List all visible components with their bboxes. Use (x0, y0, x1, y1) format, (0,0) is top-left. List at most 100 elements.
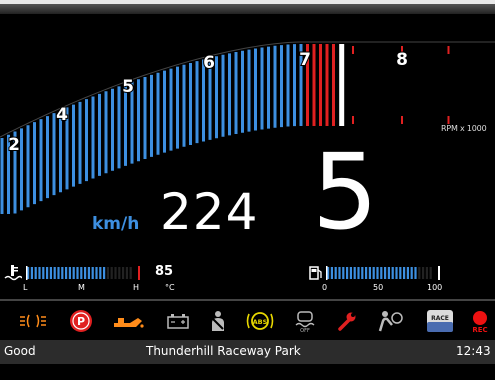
gauge-segment (338, 267, 341, 279)
coolant-temperature-value: 85 (155, 264, 174, 279)
race-mode-icon: RACE (425, 305, 455, 337)
svg-text:P: P (77, 315, 85, 328)
abs-icon: ABS (246, 305, 274, 337)
gauge-segment (61, 267, 64, 279)
race-mode-label: RACE (431, 315, 449, 322)
coolant-temperature-icon (4, 265, 22, 281)
gauge-segment (99, 267, 102, 279)
coolant-label-high: H (133, 283, 140, 292)
svg-text:ABS: ABS (253, 318, 268, 326)
gauge-segment (403, 267, 406, 279)
gauge-segment (42, 267, 45, 279)
gauge-segment (110, 267, 113, 279)
fuel-label-empty: 0 (322, 283, 328, 292)
gauge-segment (406, 267, 409, 279)
gauge-segment (46, 267, 49, 279)
gauge-segment (361, 267, 364, 279)
gauge-segment (118, 267, 121, 279)
gauge-segment (399, 267, 402, 279)
oil-pressure-icon (110, 305, 146, 337)
coolant-temperature-unit: °C (165, 283, 175, 292)
gauge-segment (353, 267, 356, 279)
gauge-end-mark (438, 266, 440, 280)
battery-icon (166, 305, 190, 337)
gauge-segment (391, 267, 394, 279)
gauge-segment (418, 267, 421, 279)
gauge-segment (95, 267, 98, 279)
gauge-segment (365, 267, 368, 279)
gauge-segment (34, 267, 37, 279)
traction-control-off-icon: OFF (292, 305, 318, 337)
gauge-segment (65, 267, 68, 279)
gauge-segment (80, 267, 83, 279)
tach-needle (339, 44, 345, 126)
gauge-segment (410, 267, 413, 279)
gauge-segment (414, 267, 417, 279)
record-icon: REC (466, 305, 494, 337)
fuel-label-half: 50 (373, 283, 384, 292)
gauge-segment (91, 267, 94, 279)
gauge-start-mark (26, 266, 28, 280)
seatbelt-icon (206, 305, 230, 337)
coolant-label-low: L (23, 283, 28, 292)
gauge-segment (72, 267, 75, 279)
gauge-segment (342, 267, 345, 279)
gauge-segment (30, 267, 33, 279)
bezel-edge (0, 4, 495, 14)
coolant-level-bars (26, 266, 140, 280)
track-name: Thunderhill Raceway Park (146, 344, 301, 358)
gauge-segment (87, 267, 90, 279)
gauge-end-mark (138, 266, 140, 280)
gauge-segment (380, 267, 383, 279)
gauge-segment (422, 267, 425, 279)
fuel-label-full: 100 (427, 283, 443, 292)
speed-value: 224 (160, 183, 259, 241)
gauge-segment (68, 267, 71, 279)
divider (0, 299, 495, 301)
service-wrench-icon (336, 305, 358, 337)
gauge-segment (349, 267, 352, 279)
gauge-segment (106, 267, 109, 279)
gauge-segment (368, 267, 371, 279)
gauge-segment (357, 267, 360, 279)
gauge-segment (38, 267, 41, 279)
tach-number-8: 8 (396, 50, 408, 70)
rpm-unit-label: RPM x 1000 (441, 124, 487, 133)
gauge-segment (122, 267, 125, 279)
fuel-level-bars (326, 266, 440, 280)
gauge-segment (372, 267, 375, 279)
warning-lights-row: P ABS OFF RACE REC (0, 305, 495, 337)
tach-number-6: 6 (203, 53, 215, 73)
tach-number-5: 5 (122, 77, 134, 97)
gauge-segment (84, 267, 87, 279)
gauge-segment (384, 267, 387, 279)
traction-off-label: OFF (300, 327, 310, 334)
gauge-segment (53, 267, 56, 279)
airbag-icon (376, 305, 404, 337)
clock: 12:43 (456, 344, 491, 358)
gauge-start-mark (326, 266, 328, 280)
gauge-segment (49, 267, 52, 279)
gauge-segment (395, 267, 398, 279)
speed-unit: km/h (92, 214, 140, 234)
fuel-pump-icon (309, 266, 322, 280)
tach-number-2: 2 (8, 135, 20, 155)
gauge-segment (114, 267, 117, 279)
status-bar: Good Thunderhill Raceway Park 12:43 (0, 340, 495, 364)
gauge-segment (425, 267, 428, 279)
gauge-segment (429, 267, 432, 279)
coolant-label-mid: M (78, 283, 85, 292)
record-label: REC (472, 325, 488, 334)
gauge-segment (330, 267, 333, 279)
gauge-segment (346, 267, 349, 279)
gauge-segment (125, 267, 128, 279)
tach-number-7: 7 (299, 50, 311, 70)
gauge-segment (376, 267, 379, 279)
parking-brake-icon: P (68, 305, 94, 337)
gauge-segment (387, 267, 390, 279)
gauge-segment (103, 267, 106, 279)
top-bezel (0, 0, 495, 14)
gauge-segment (129, 267, 132, 279)
gauge-segment (76, 267, 79, 279)
gear-indicator: 5 (312, 131, 379, 253)
